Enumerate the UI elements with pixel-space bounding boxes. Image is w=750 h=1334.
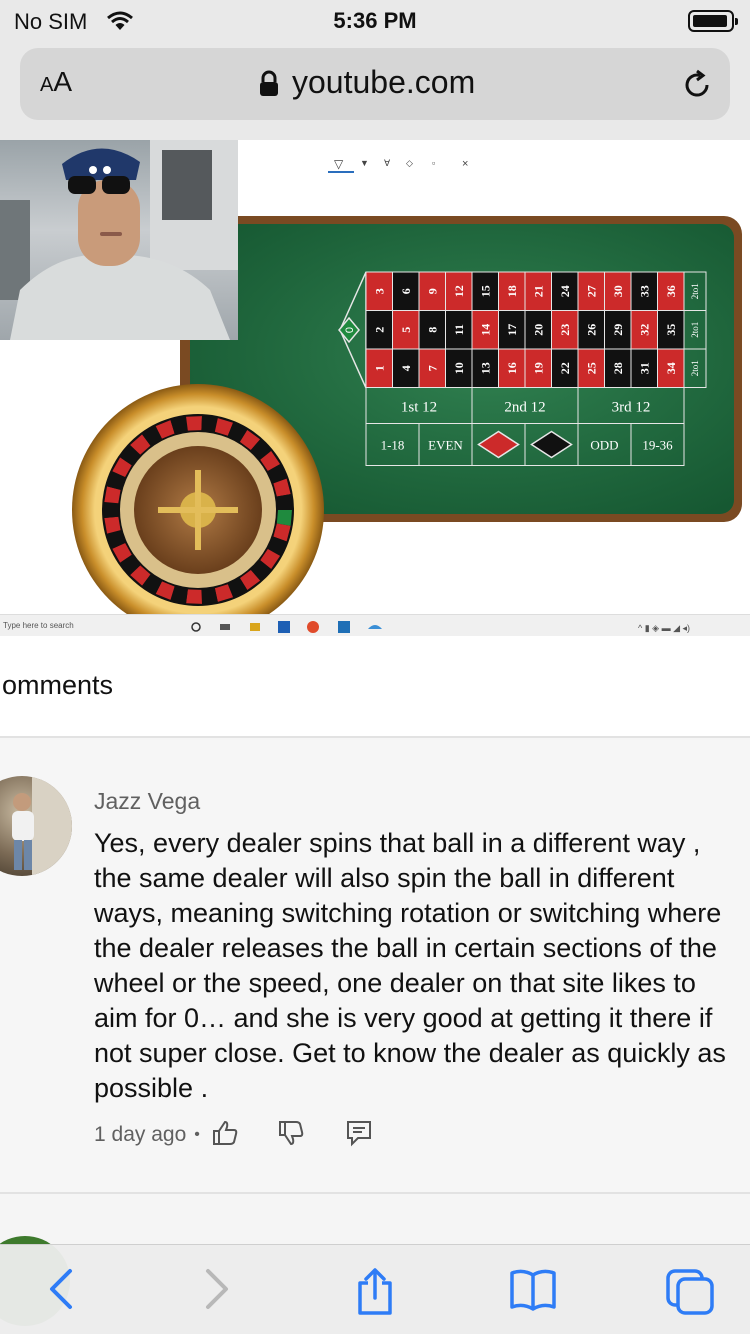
safari-toolbar [0,1244,750,1334]
meta-separator: • [194,1126,200,1143]
number-label: 23 [558,324,572,336]
bookmarks-icon[interactable] [508,1267,558,1316]
number-label: 30 [611,285,625,297]
number-label: 34 [664,362,678,374]
svg-text:∀: ∀ [384,158,391,168]
back-icon[interactable] [46,1267,78,1316]
battery-icon [688,10,738,32]
outside-bet-label: 19-36 [642,438,673,453]
address-bar-area: AA youtube.com [0,44,750,140]
like-icon[interactable] [210,1118,240,1153]
wheel-pocket [276,494,292,510]
dozen-label: 3rd 12 [612,400,651,416]
number-label: 5 [399,327,413,333]
dislike-icon[interactable] [276,1118,306,1153]
number-label: 13 [478,362,492,374]
number-label: 10 [452,362,466,374]
comments-header: omments [0,636,750,738]
zero-label: 0 [344,327,356,333]
number-label: 25 [584,362,598,374]
svg-text:▽: ▽ [334,157,344,171]
share-icon[interactable] [354,1267,396,1322]
drawing-toolbar-icons: ▽ ▼ ∀ ◇ ▫ × [328,157,468,173]
number-label: 31 [637,362,651,374]
number-label: 21 [531,285,545,297]
video-player[interactable]: ▽ ▼ ∀ ◇ ▫ × 0 3 6 9 12 15 18 21 24 27 30… [0,140,750,636]
number-label: 8 [425,327,439,333]
number-label: 36 [664,285,678,297]
wheel-pocket [201,588,218,604]
url-domain[interactable]: youtube.com [292,64,475,101]
svg-text:◇: ◇ [406,158,413,168]
clock: 5:36 PM [333,8,417,33]
number-label: 20 [531,324,545,336]
comment-text: Yes, every dealer spins that ball in a d… [94,828,726,1103]
number-label: 22 [558,362,572,374]
reply-icon[interactable] [344,1118,374,1153]
webcam-overlay [0,140,238,340]
number-label: 6 [399,288,413,294]
comment-time: 1 day ago [94,1123,187,1146]
streamer-image [0,140,238,340]
wheel-pocket [186,416,202,431]
tabs-icon[interactable] [664,1267,716,1322]
status-bar: No SIM 5:36 PM [0,0,750,44]
number-label: 17 [505,324,519,336]
svg-text:▫: ▫ [432,158,435,168]
column-bet-label: 2to1 [690,322,700,338]
number-label: 2 [372,327,386,333]
svg-text:×: × [462,158,468,170]
svg-text:^ ▮ ◈ ▬ ◢ ◂): ^ ▮ ◈ ▬ ◢ ◂) [638,623,690,633]
wheel-pocket [104,502,119,518]
comment-author[interactable]: Jazz Vega [94,788,200,815]
svg-text:▼: ▼ [360,158,369,168]
wheel-pocket [201,416,218,432]
number-label: 11 [452,324,466,335]
number-label: 28 [611,362,625,374]
outside-bet-label: 1-18 [381,438,405,453]
address-bar[interactable]: AA youtube.com [20,48,730,120]
column-bet-label: 2to1 [690,360,700,376]
windows-taskbar: Type here to search ^ ▮ ◈ ▬ ◢ ◂) [0,614,750,636]
comment-actions: 1 day ago • [94,1120,374,1150]
number-label: 33 [637,285,651,297]
number-label: 3 [372,288,386,294]
number-label: 4 [399,365,413,371]
outside-bet-label: ODD [590,438,618,453]
number-label: 15 [478,285,492,297]
forward-icon[interactable] [200,1267,232,1316]
avatar[interactable] [0,776,72,876]
dozen-label: 1st 12 [401,400,437,416]
number-label: 1 [372,365,386,371]
lock-icon [258,70,280,103]
number-label: 29 [611,324,625,336]
number-label: 7 [425,365,439,371]
outside-bet-label: EVEN [428,438,463,453]
number-label: 9 [425,288,439,294]
column-bet-label: 2to1 [690,283,700,299]
number-label: 18 [505,285,519,297]
number-label: 35 [664,324,678,336]
wheel-pocket [186,589,202,604]
number-label: 16 [505,362,519,374]
number-label: 12 [452,285,466,297]
number-label: 14 [478,324,492,336]
number-label: 24 [558,285,572,297]
number-label: 27 [584,285,598,297]
wheel-pocket [276,510,292,526]
number-label: 32 [637,324,651,336]
text-size-button[interactable]: AA [40,66,72,98]
dozen-label: 2nd 12 [504,400,545,416]
comments-title: omments [2,670,114,700]
number-label: 19 [531,362,545,374]
number-label: 26 [584,324,598,336]
comment-item: Jazz Vega Yes, every dealer spins that b… [0,740,750,1194]
safari-window: No SIM 5:36 PM AA youtube.com ▽ ▼ ∀ ◇ ▫ … [0,0,750,1334]
reload-icon[interactable] [680,68,714,107]
